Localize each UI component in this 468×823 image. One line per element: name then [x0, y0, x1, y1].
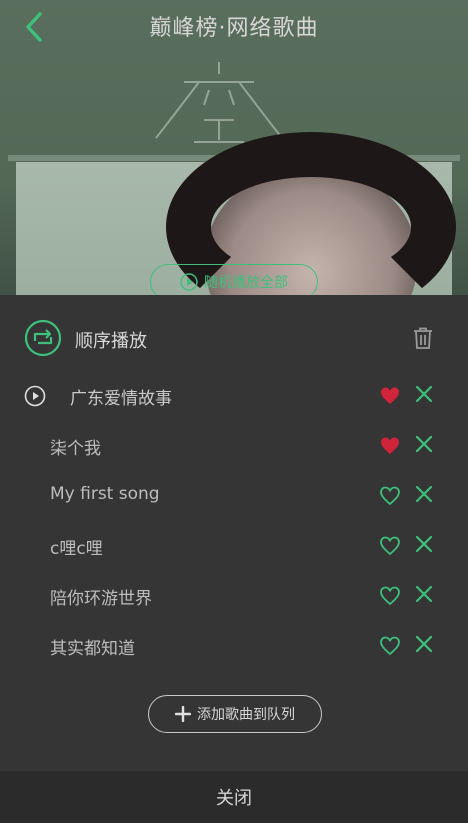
- close-label: 关闭: [216, 788, 252, 809]
- trash-icon[interactable]: [413, 327, 433, 349]
- play-mode-row: 顺序播放: [0, 295, 468, 381]
- close-x-icon[interactable]: [414, 584, 434, 604]
- close-x-icon[interactable]: [414, 484, 434, 504]
- song-title: 柒个我: [50, 439, 101, 459]
- album-header: 巅峰榜·网络歌曲 随机播放全部: [0, 0, 468, 300]
- close-x-icon[interactable]: [414, 634, 434, 654]
- heart-outline-icon[interactable]: [380, 636, 400, 656]
- now-playing-icon: [24, 385, 46, 407]
- queue-song-row[interactable]: c哩c哩: [0, 521, 468, 571]
- heart-icon[interactable]: [380, 436, 400, 456]
- song-title: 其实都知道: [50, 639, 135, 659]
- heart-outline-icon[interactable]: [380, 586, 400, 606]
- queue-song-row[interactable]: 柒个我: [0, 421, 468, 471]
- plus-icon: [175, 706, 191, 722]
- repeat-order-icon[interactable]: [24, 319, 62, 357]
- heart-outline-icon[interactable]: [380, 486, 400, 506]
- close-button[interactable]: 关闭: [0, 771, 468, 823]
- play-circle-icon: [180, 273, 198, 291]
- close-x-icon[interactable]: [414, 434, 434, 454]
- play-mode-label[interactable]: 顺序播放: [75, 327, 147, 353]
- close-x-icon[interactable]: [414, 534, 434, 554]
- queue-song-row[interactable]: 陪你环游世界: [0, 571, 468, 621]
- song-title: 陪你环游世界: [50, 589, 152, 609]
- close-x-icon[interactable]: [414, 384, 434, 404]
- add-to-queue-label: 添加歌曲到队列: [197, 707, 295, 723]
- queue-song-row[interactable]: 广东爱情故事: [0, 371, 468, 421]
- queue-song-row[interactable]: 其实都知道: [0, 621, 468, 671]
- page-title: 巅峰榜·网络歌曲: [149, 16, 319, 41]
- play-queue-panel: 顺序播放 广东爱情故事 柒个我 My first song c哩c哩 陪你环游世…: [0, 295, 468, 823]
- play-all-label: 随机播放全部: [204, 275, 288, 291]
- song-title: c哩c哩: [50, 539, 103, 559]
- heart-icon[interactable]: [380, 386, 400, 406]
- add-to-queue-button[interactable]: 添加歌曲到队列: [148, 695, 322, 733]
- heart-outline-icon[interactable]: [380, 536, 400, 556]
- song-title: My first song: [50, 484, 160, 504]
- queue-song-row[interactable]: My first song: [0, 471, 468, 521]
- song-title: 广东爱情故事: [70, 389, 172, 409]
